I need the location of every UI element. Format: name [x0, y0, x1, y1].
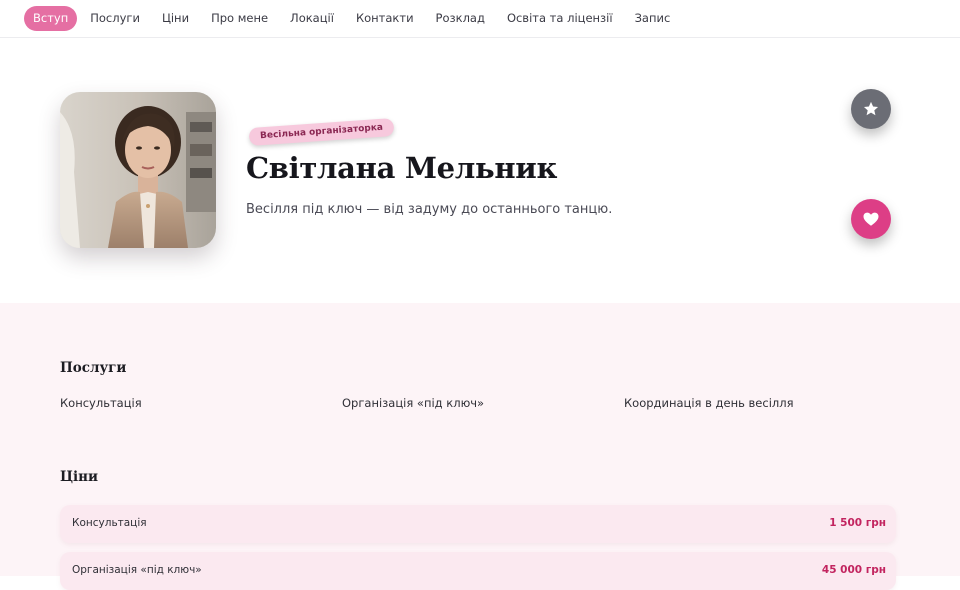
services-heading: Послуги: [60, 360, 127, 376]
nav-item-contacts[interactable]: Контакти: [347, 6, 423, 31]
nav-item-prices[interactable]: Ціни: [153, 6, 198, 31]
star-icon: [863, 101, 879, 116]
service-item: Координація в день весілля: [624, 396, 794, 410]
profile-photo: [60, 92, 216, 248]
price-name: Консультація: [72, 517, 147, 529]
nav-item-about[interactable]: Про мене: [202, 6, 277, 31]
page-title: Світлана Мельник: [246, 151, 558, 185]
favorite-star-button[interactable]: [851, 89, 891, 129]
nav-item-schedule[interactable]: Розклад: [427, 6, 494, 31]
price-row: Організація «під ключ» 45 000 грн: [60, 552, 896, 590]
nav-item-services[interactable]: Послуги: [81, 6, 149, 31]
price-value: 45 000 грн: [821, 564, 886, 576]
tagline: Весілля під ключ — від задуму до останнь…: [246, 202, 613, 217]
top-nav: Вступ Послуги Ціни Про мене Локації Конт…: [0, 0, 960, 38]
like-heart-button[interactable]: [851, 199, 891, 239]
price-row: Консультація 1 500 грн: [60, 505, 896, 543]
role-tag: Весільна організаторка: [248, 117, 395, 147]
hero-section: Весільна організаторка Світлана Мельник …: [0, 39, 960, 303]
service-item: Організація «під ключ»: [342, 396, 485, 410]
price-name: Організація «під ключ»: [72, 564, 202, 576]
prices-heading: Ціни: [60, 469, 99, 485]
heart-icon: [863, 212, 879, 226]
content-section: Послуги Консультація Організація «під кл…: [0, 303, 960, 590]
nav-item-intro[interactable]: Вступ: [24, 6, 78, 31]
nav-item-education[interactable]: Освіта та ліцензії: [498, 6, 622, 31]
price-value: 1 500 грн: [829, 517, 886, 529]
nav-item-locations[interactable]: Локації: [281, 6, 343, 31]
nav-item-booking[interactable]: Запис: [626, 6, 680, 31]
service-item: Консультація: [60, 396, 142, 410]
